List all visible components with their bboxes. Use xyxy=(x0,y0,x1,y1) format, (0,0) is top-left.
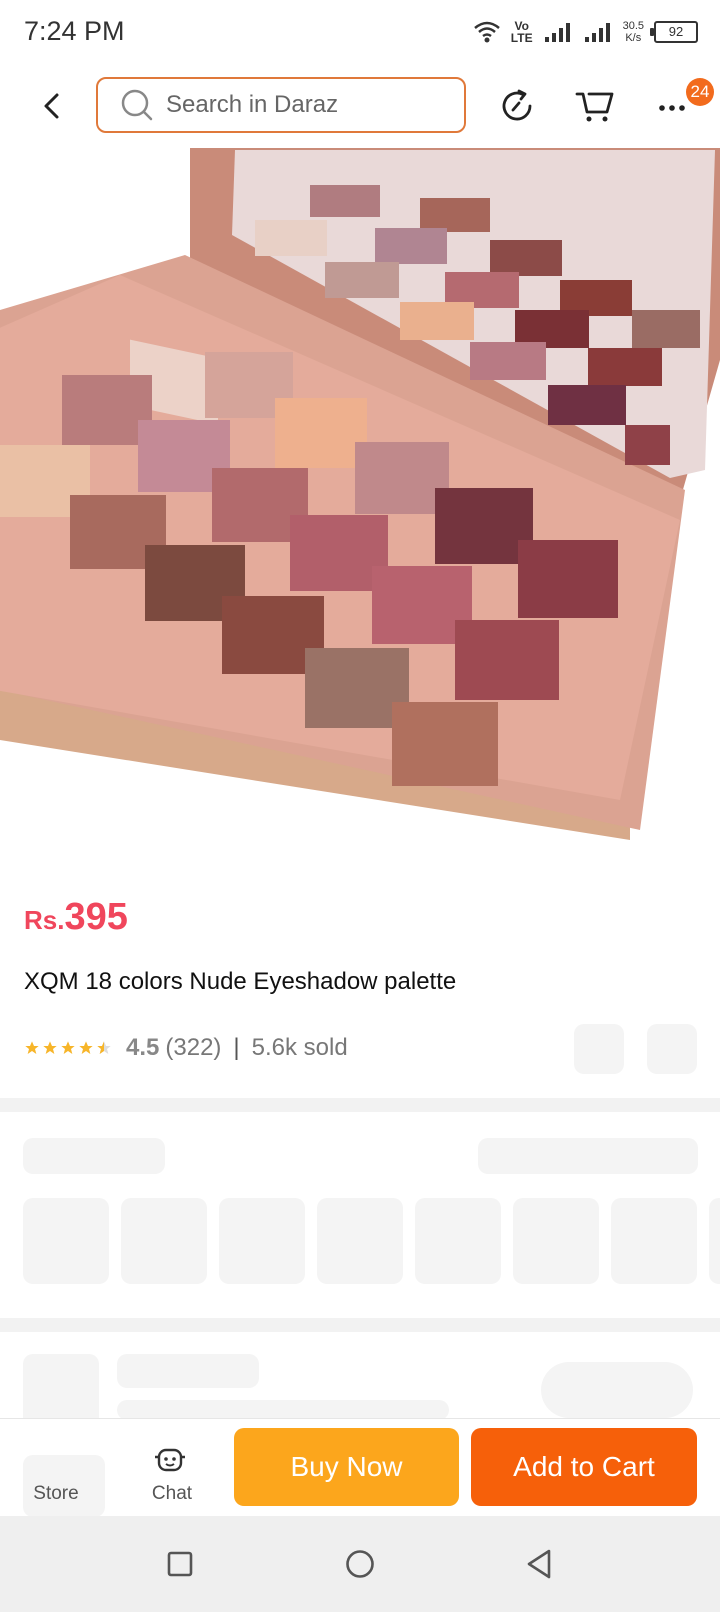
loading-placeholder xyxy=(23,1138,165,1174)
home-icon[interactable] xyxy=(344,1548,376,1580)
variant-placeholder xyxy=(513,1198,599,1284)
store-label: Store xyxy=(33,1483,79,1504)
wishlist-placeholder xyxy=(647,1024,697,1074)
loading-placeholder xyxy=(478,1138,698,1174)
follow-placeholder xyxy=(541,1362,693,1418)
wifi-icon xyxy=(473,21,500,43)
product-price: Rs. 395 xyxy=(24,896,128,939)
product-title: XQM 18 colors Nude Eyeshadow palette xyxy=(24,968,457,995)
system-navigation-bar xyxy=(0,1516,720,1612)
network-label-bottom: LTE xyxy=(510,31,533,45)
rating-separator: | xyxy=(233,1034,240,1061)
buy-now-button[interactable]: Buy Now xyxy=(234,1428,459,1506)
net-speed-value: 30.5 xyxy=(622,20,644,32)
loading-placeholder xyxy=(117,1354,259,1388)
top-navigation: Search in Daraz 24 xyxy=(0,64,720,148)
star-icon xyxy=(79,1041,93,1054)
add-to-cart-button[interactable]: Add to Cart xyxy=(471,1428,697,1506)
status-bar: 7:24 PM Vo LTE 30.5 K/s 92 xyxy=(0,0,720,64)
loading-placeholder xyxy=(117,1400,449,1420)
price-value: 395 xyxy=(64,896,128,938)
cart-icon[interactable] xyxy=(575,86,615,126)
network-type: Vo LTE xyxy=(511,20,533,44)
search-icon xyxy=(121,89,153,121)
half-star-icon xyxy=(97,1041,111,1054)
net-speed: 30.5 K/s xyxy=(623,20,644,44)
search-input[interactable]: Search in Daraz xyxy=(96,77,466,133)
status-time: 7:24 PM xyxy=(24,16,125,46)
variant-placeholder xyxy=(219,1198,305,1284)
review-count: (322) xyxy=(165,1034,222,1061)
status-icons: Vo LTE 30.5 K/s 92 xyxy=(473,16,698,48)
signal-icon-2 xyxy=(584,23,610,42)
variant-placeholder xyxy=(121,1198,207,1284)
net-speed-unit: K/s xyxy=(625,32,642,44)
signal-icon xyxy=(544,23,570,42)
variant-placeholder xyxy=(23,1198,109,1284)
cart-count-badge: 24 xyxy=(686,78,714,106)
product-image[interactable] xyxy=(0,148,720,868)
back-triangle-icon[interactable] xyxy=(524,1548,554,1580)
star-icon xyxy=(43,1041,57,1054)
eyeshadow-palette-image xyxy=(0,148,720,840)
recent-apps-icon[interactable] xyxy=(166,1550,194,1578)
section-divider xyxy=(0,1098,720,1112)
sold-count: 5.6k sold xyxy=(251,1034,348,1061)
section-divider xyxy=(0,1318,720,1332)
variant-placeholder xyxy=(709,1198,720,1284)
share-placeholder xyxy=(574,1024,624,1074)
variant-placeholder xyxy=(415,1198,501,1284)
star-rating xyxy=(24,1040,112,1056)
variant-placeholder xyxy=(317,1198,403,1284)
back-arrow-icon[interactable] xyxy=(32,86,72,126)
price-currency: Rs. xyxy=(24,905,65,935)
search-placeholder: Search in Daraz xyxy=(166,91,339,118)
rating-row[interactable]: 4.5 (322) | 5.6k sold xyxy=(24,1034,348,1062)
rating-value: 4.5 xyxy=(126,1034,160,1061)
history-icon[interactable] xyxy=(497,86,537,126)
variant-placeholder xyxy=(611,1198,697,1284)
chat-label: Chat xyxy=(151,1483,193,1504)
star-icon xyxy=(25,1041,39,1054)
chat-icon[interactable] xyxy=(153,1445,189,1479)
star-icon xyxy=(61,1041,75,1054)
battery-indicator: 92 xyxy=(650,21,698,43)
